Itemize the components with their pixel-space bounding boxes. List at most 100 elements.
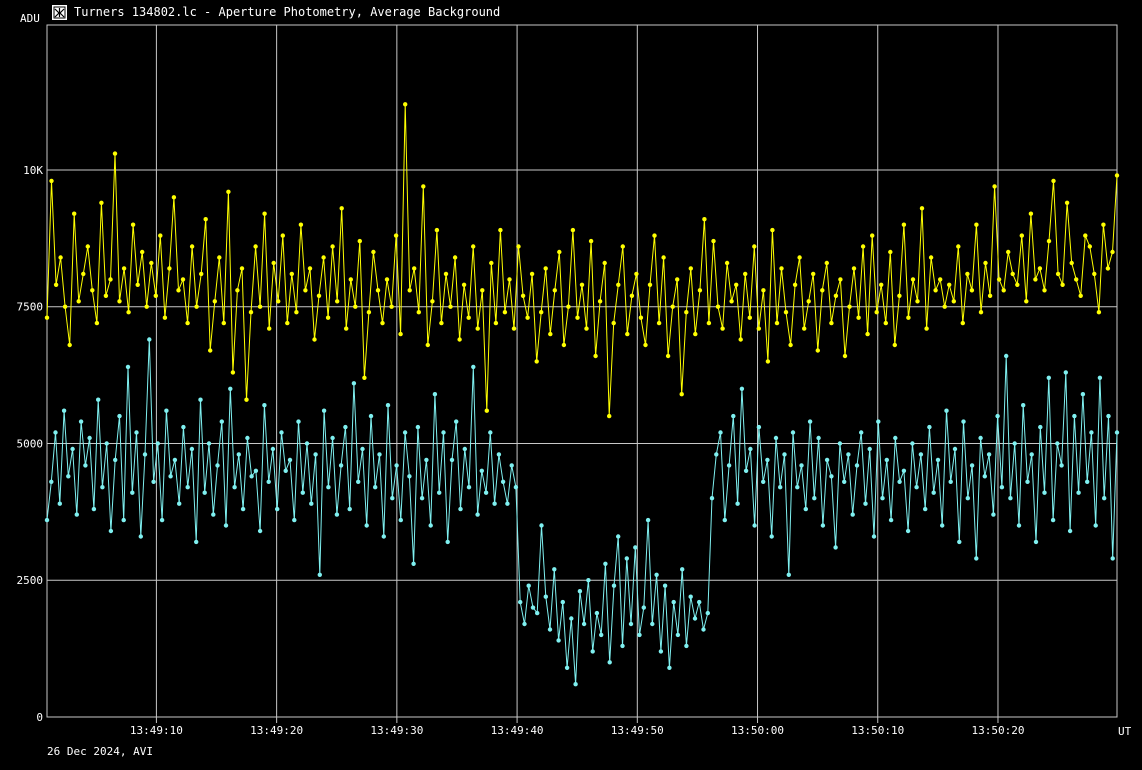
data-point [1024,299,1029,304]
data-point [905,528,911,534]
data-point [421,184,426,189]
data-point [901,222,907,227]
data-point [441,430,446,435]
data-point [1114,430,1120,435]
data-point [212,299,217,304]
data-point [556,638,561,643]
data-point [951,299,956,304]
x-tick-label: 13:50:00 [731,724,784,737]
data-point [539,523,544,528]
data-point [820,523,826,528]
data-point [876,419,881,424]
data-point [103,293,109,298]
data-point [965,271,970,277]
data-point [239,266,245,271]
data-point [454,419,459,424]
data-point [439,320,444,326]
data-point [67,342,72,348]
data-point [625,331,630,337]
data-point [321,255,326,260]
data-point [58,255,63,260]
data-point [185,320,190,326]
data-point [1033,277,1038,282]
data-point [986,452,992,457]
data-point [257,304,263,309]
data-point [62,304,68,309]
data-point [99,200,104,205]
data-point [952,446,958,452]
data-point [432,392,438,397]
data-point [1004,353,1009,359]
data-point [552,288,557,293]
data-point [1093,523,1098,528]
x-tick-label: 13:49:30 [370,724,423,737]
data-point [44,517,50,523]
data-point [72,211,77,216]
data-point [230,370,236,375]
data-point [394,463,399,468]
data-point [390,496,395,501]
data-point [61,408,67,413]
x-tick-label: 13:49:20 [250,724,303,737]
data-point [529,271,535,277]
data-point [761,479,766,484]
data-point [211,512,216,517]
data-point [452,255,458,260]
data-point [159,517,165,523]
data-point [208,348,213,353]
data-point [171,195,177,200]
data-point [167,266,172,271]
data-point [298,222,304,227]
data-point [373,485,378,490]
data-point [448,304,453,309]
data-point [770,227,775,233]
data-point [271,260,276,266]
data-point [667,665,672,670]
axis-layer: ADU UT 0 2500 5000 7500 10K 13:49:10 13:49:20 1… [17,12,1132,738]
data-point [982,474,987,479]
data-point [586,578,591,583]
data-point [620,643,625,649]
data-point [671,599,676,605]
data-point [940,523,945,528]
data-point [688,594,693,599]
data-point [548,331,553,337]
data-point [944,408,949,413]
data-point [715,304,721,309]
data-point [956,244,961,249]
y-axis-label: ADU [20,12,40,25]
data-point [206,441,212,446]
data-point [522,621,527,627]
data-point [334,512,340,517]
data-point [424,457,429,463]
data-point [112,151,118,156]
data-point [1016,523,1022,528]
data-point [168,474,173,479]
data-point [797,255,802,260]
data-point [316,293,322,298]
light-curve-plot[interactable]: ADU UT 0 2500 5000 7500 10K 13:49:10 13:49:20 1… [0,0,1142,770]
data-point [933,288,938,293]
data-point [466,315,471,320]
series-0 [44,102,1120,419]
data-point [616,282,621,287]
data-point [1114,173,1120,178]
data-point [1080,392,1086,397]
data-point [500,479,506,484]
data-point [705,610,710,616]
data-point [76,299,81,304]
data-point [906,315,911,320]
data-point [842,353,848,359]
data-point [543,266,548,271]
data-point [520,293,526,298]
data-point [1067,528,1073,534]
data-point [874,310,879,315]
data-point [987,293,993,298]
data-point [91,506,97,512]
data-point [385,403,391,408]
data-point [364,523,369,528]
data-point [488,430,493,435]
data-point [720,326,725,331]
data-point [702,217,707,222]
data-point [1050,517,1056,523]
